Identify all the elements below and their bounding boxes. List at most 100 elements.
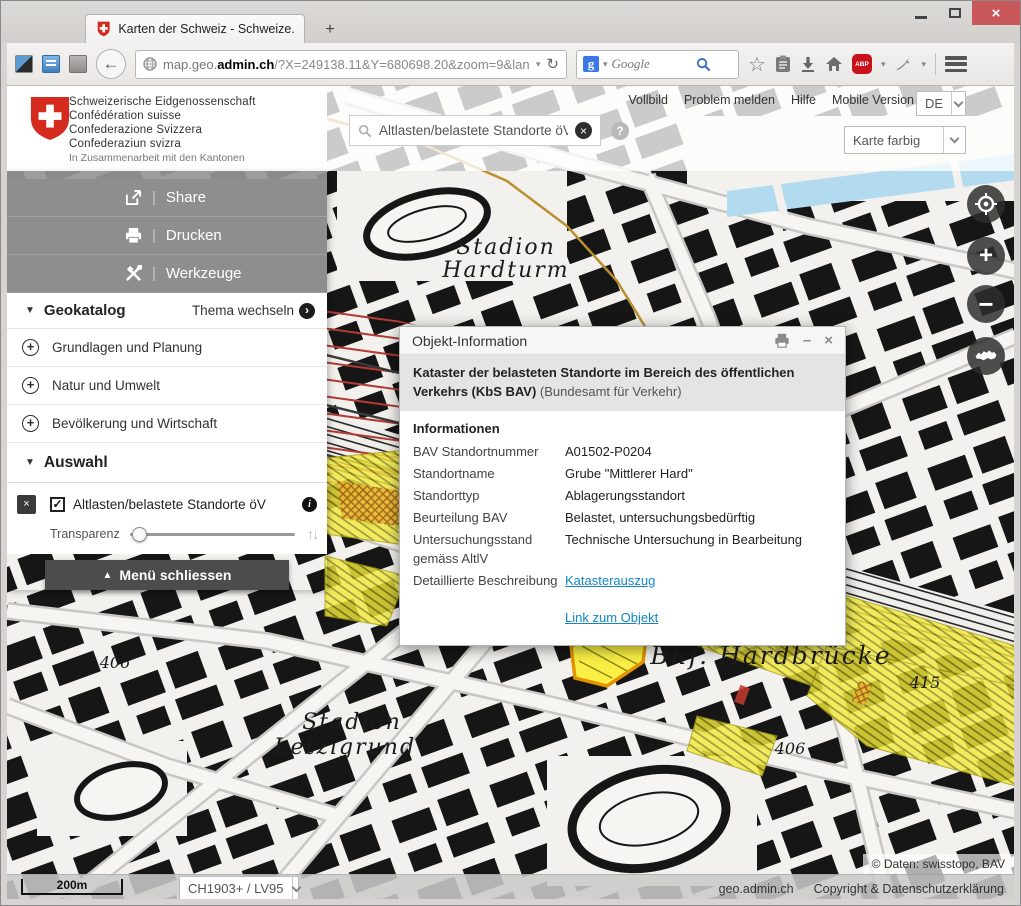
projection-value: CH1903+ / LV95	[180, 881, 292, 896]
bookmark-star-icon[interactable]: ☆	[748, 52, 766, 77]
popup-header[interactable]: Objekt-Information – ×	[400, 327, 845, 355]
sidebar-addon-icon[interactable]	[42, 55, 60, 73]
window-maximize-button[interactable]	[938, 1, 972, 25]
switzerland-outline-icon	[974, 348, 998, 365]
plugin-addon-icon[interactable]	[894, 56, 912, 72]
tools-icon	[125, 265, 142, 282]
org-line-3: Confederazione Svizzera	[69, 124, 202, 136]
slider-thumb[interactable]	[132, 527, 147, 542]
info-label: Detaillierte Beschreibung	[413, 572, 565, 590]
link-vollbild[interactable]: Vollbild	[628, 93, 668, 107]
search-clear-button[interactable]: ×	[575, 122, 592, 139]
plus-circle-icon: +	[22, 377, 39, 394]
browser-tab[interactable]: Karten der Schweiz - Schweize...	[85, 14, 305, 43]
footer-copyright-link[interactable]: Copyright & Datenschutzerklärung	[814, 882, 1004, 896]
archive-addon-icon[interactable]	[69, 55, 87, 73]
projection-select[interactable]: CH1903+ / LV95	[179, 876, 299, 899]
chevron-down-icon	[951, 92, 965, 115]
footer-site-link[interactable]: geo.admin.ch	[719, 882, 794, 896]
map-label-415: 415	[909, 673, 941, 692]
search-help-button[interactable]: ?	[611, 122, 629, 140]
geokatalog-title: Geokatalog	[44, 302, 192, 319]
language-select[interactable]: DE	[916, 91, 966, 116]
sidebar-item-share[interactable]: | Share	[7, 179, 327, 217]
window-close-button[interactable]: ×	[972, 1, 1020, 25]
web-search-box[interactable]: g ▾	[576, 50, 739, 79]
brand-block: Schweizerische Eidgenossenschaft Confédé…	[7, 86, 327, 171]
adblock-plus-icon[interactable]: ABP	[852, 54, 872, 74]
back-button[interactable]: ←	[96, 49, 126, 79]
bookmarks-menu-icon[interactable]	[775, 55, 791, 73]
swiss-coat-of-arms	[29, 95, 71, 141]
layer-reorder-arrows[interactable]: ↑↓	[307, 526, 317, 542]
titlebar: Karten der Schweiz - Schweize... + ×	[1, 1, 1020, 43]
link-zum-objekt[interactable]: Link zum Objekt	[565, 610, 658, 625]
auswahl-title: Auswahl	[44, 454, 108, 472]
org-line-4: Confederaziun svizra	[69, 138, 181, 150]
popup-close-button[interactable]: ×	[824, 332, 833, 349]
info-value: Technische Untersuchung in Bearbeitung	[565, 531, 802, 567]
zoom-out-button[interactable]: −	[967, 285, 1005, 323]
link-problem-melden[interactable]: Problem melden	[684, 93, 775, 107]
default-extent-button[interactable]	[967, 337, 1005, 375]
swiss-shield-favicon	[96, 21, 111, 37]
popup-minimize-button[interactable]: –	[803, 332, 811, 349]
transparency-slider[interactable]	[130, 533, 295, 536]
caret-down-icon: ▼	[25, 305, 35, 316]
menu-hamburger-icon[interactable]	[945, 56, 967, 72]
info-label: Standorttyp	[413, 487, 565, 505]
info-value: Belastet, untersuchungsbedürftig	[565, 509, 755, 527]
search-icon	[358, 124, 372, 138]
thema-wechseln-link[interactable]: Thema wechseln ›	[192, 303, 315, 319]
info-label: BAV Standortnummer	[413, 443, 565, 461]
geolocation-button[interactable]	[967, 185, 1005, 223]
close-menu-button[interactable]: ▲ Menü schliessen	[45, 560, 289, 590]
engine-dropdown-icon[interactable]: ▾	[603, 59, 608, 70]
popup-print-button[interactable]	[774, 333, 790, 348]
overflow-dropdown-icon[interactable]: ▾	[921, 59, 926, 70]
map-search-input[interactable]	[379, 123, 568, 138]
geokatalog-section[interactable]: ▼ Geokatalog Thema wechseln ›	[7, 293, 327, 329]
adblock-dropdown-icon[interactable]: ▾	[881, 59, 886, 70]
layer-heading-source: (Bundesamt für Verkehr)	[540, 384, 682, 399]
search-go-icon[interactable]	[696, 57, 711, 72]
katasterauszug-link[interactable]: Katasterauszug	[565, 572, 655, 590]
link-hilfe[interactable]: Hilfe	[791, 93, 816, 107]
sidebar-item-werkzeuge[interactable]: | Werkzeuge	[7, 255, 327, 293]
geoadmin-header: Schweizerische Eidgenossenschaft Confédé…	[7, 86, 1014, 171]
google-engine-icon[interactable]: g	[583, 56, 599, 72]
url-bar[interactable]: map.geo.admin.ch/?X=249138.11&Y=680698.2…	[135, 50, 567, 79]
zoom-in-button[interactable]: +	[967, 237, 1005, 275]
close-menu-label: Menü schliessen	[119, 567, 231, 583]
layer-info-button[interactable]: i	[302, 497, 317, 512]
home-icon[interactable]	[825, 56, 843, 72]
sidebar-item-label: Share	[166, 189, 206, 206]
map-style-select[interactable]: Karte farbig	[844, 126, 966, 154]
remove-layer-button[interactable]: ×	[17, 495, 36, 514]
screenshot-addon-icon[interactable]	[15, 55, 33, 73]
map-label-406b: 406	[774, 739, 806, 758]
window-minimize-button[interactable]	[904, 1, 938, 25]
url-dropdown-icon[interactable]: ▾	[536, 59, 541, 70]
layer-checkbox[interactable]: ✓	[50, 497, 65, 512]
chevron-down-icon	[943, 127, 965, 153]
catalog-item-bevoelkerung[interactable]: + Bevölkerung und Wirtschaft	[7, 405, 327, 443]
map-attribution: © Daten: swisstopo, BAV	[863, 854, 1014, 874]
web-search-input[interactable]	[612, 56, 692, 72]
footer-bar: 200m CH1903+ / LV95 geo.admin.ch Copyrig…	[7, 874, 1014, 899]
info-label: Beurteilung BAV	[413, 509, 565, 527]
map-label-stadion-hardturm-1: Stadion	[456, 235, 556, 260]
map-style-value: Karte farbig	[845, 133, 943, 148]
catalog-item-label: Natur und Umwelt	[52, 378, 160, 393]
info-value: Ablagerungsstandort	[565, 487, 685, 505]
downloads-icon[interactable]	[800, 56, 816, 72]
map-search-field[interactable]: ×	[349, 115, 601, 146]
reload-button[interactable]: ↻	[546, 55, 559, 73]
new-tab-button[interactable]: +	[317, 19, 343, 41]
catalog-item-grundlagen[interactable]: + Grundlagen und Planung	[7, 329, 327, 367]
browser-window: Karten der Schweiz - Schweize... + × ← m…	[0, 0, 1021, 906]
sidebar-item-drucken[interactable]: | Drucken	[7, 217, 327, 255]
auswahl-section[interactable]: ▼ Auswahl	[7, 443, 327, 483]
link-mobile-version[interactable]: Mobile Version	[832, 93, 914, 107]
catalog-item-natur[interactable]: + Natur und Umwelt	[7, 367, 327, 405]
